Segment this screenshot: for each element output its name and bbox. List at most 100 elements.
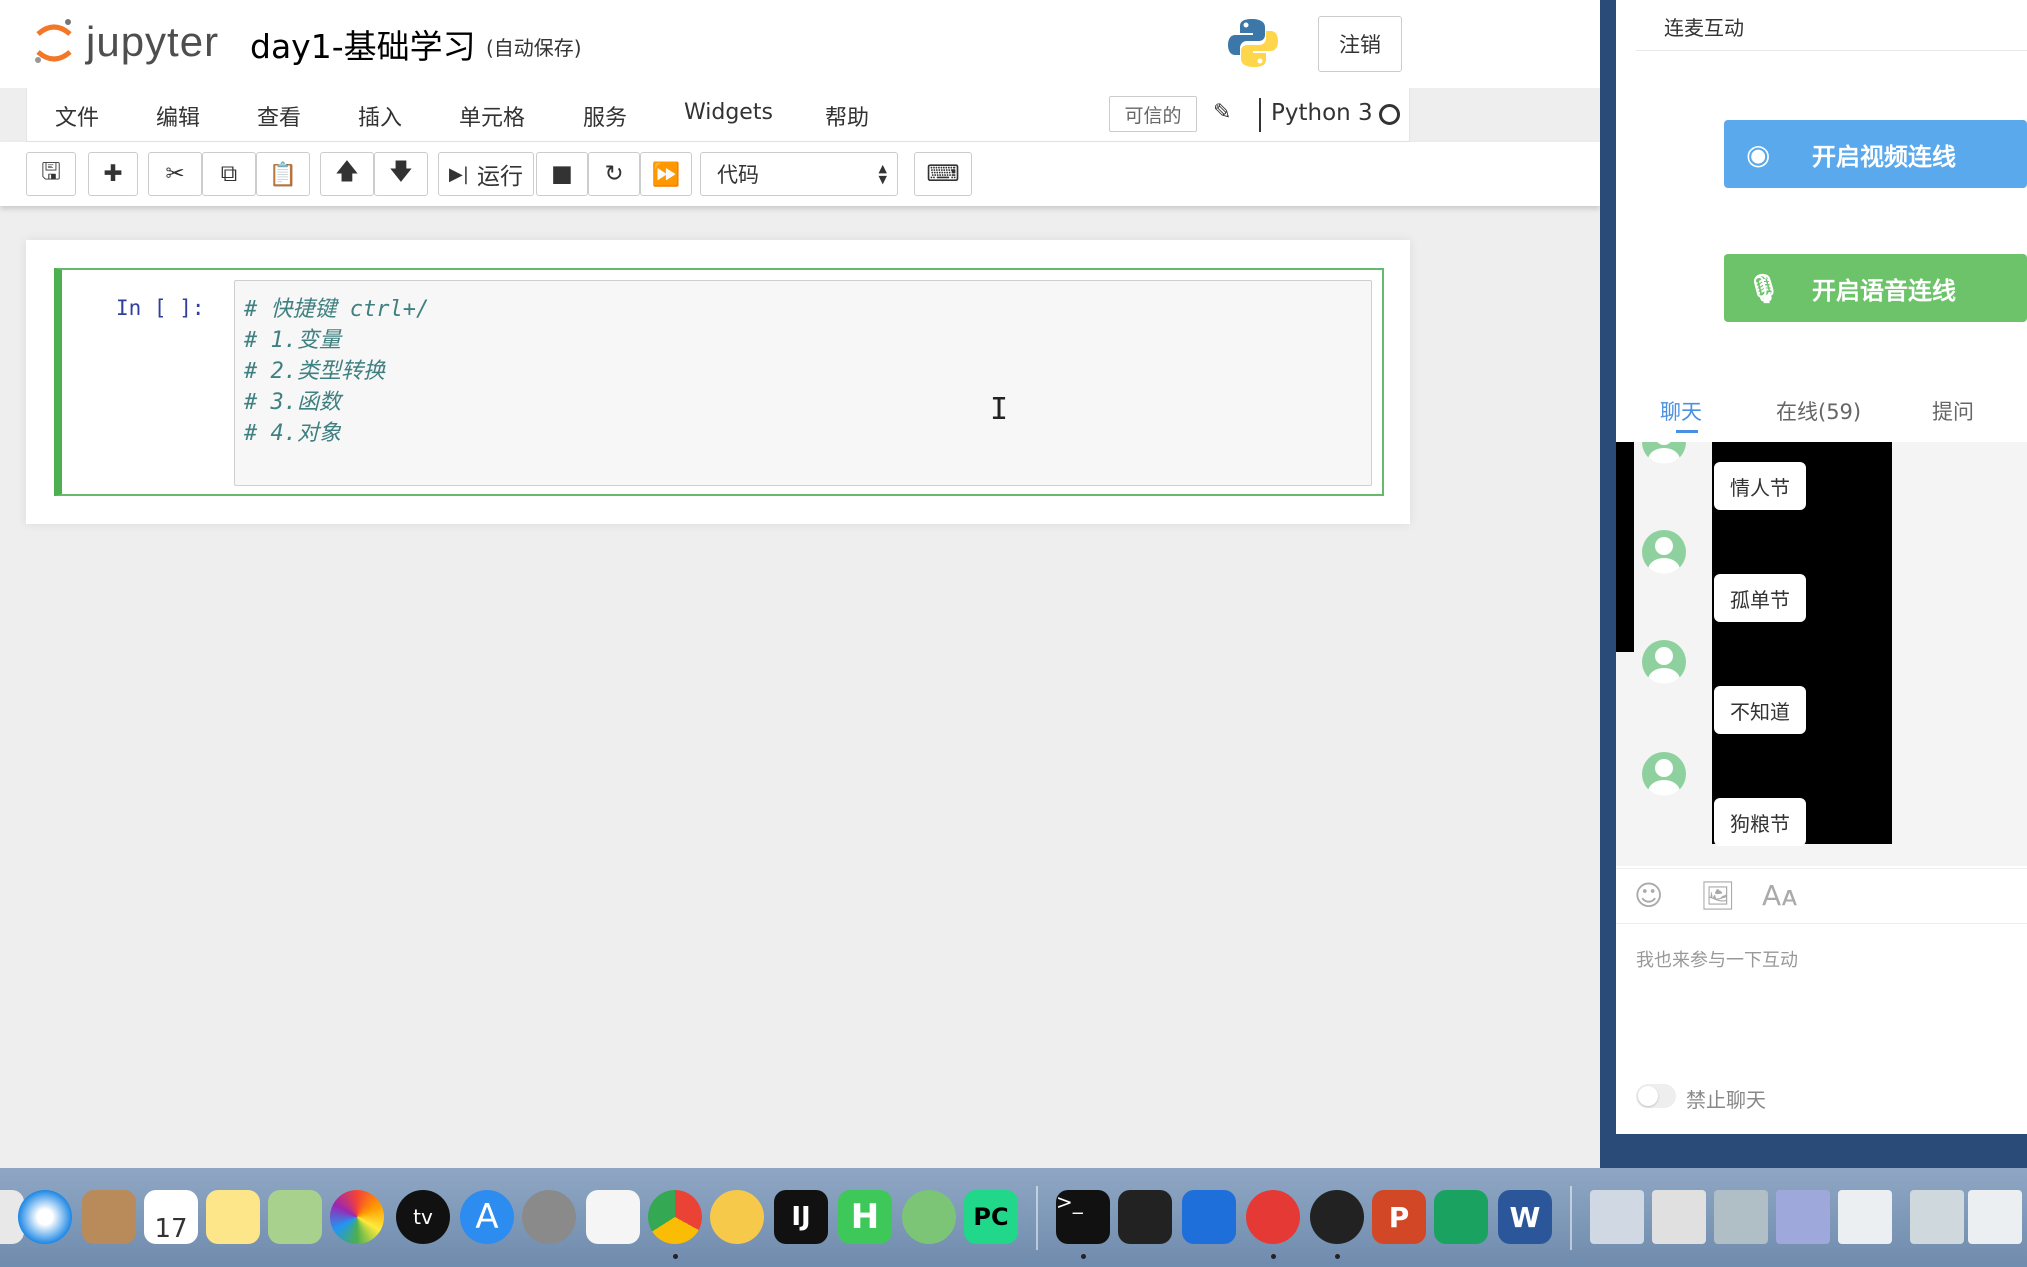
chat-tabs: 聊天 在线(59) 提问 bbox=[1616, 396, 2027, 442]
pycharm-icon[interactable]: PC bbox=[964, 1190, 1018, 1244]
kernel-name[interactable]: Python 3 bbox=[1271, 100, 1373, 126]
minimized-window-icon[interactable] bbox=[1590, 1190, 1644, 1244]
code-content[interactable]: # 快捷键 ctrl+/ # 1.变量 # 2.类型转换 # 3.函数 # 4.… bbox=[244, 294, 429, 449]
tab-chat[interactable]: 聊天 bbox=[1660, 396, 1702, 426]
minimized-window-icon[interactable] bbox=[1776, 1190, 1830, 1244]
notebook-title[interactable]: day1-基础学习 bbox=[250, 20, 476, 68]
restart-run-all-button[interactable]: ⏩ bbox=[640, 152, 692, 196]
apple-tv-icon[interactable]: tv bbox=[396, 1190, 450, 1244]
font-size-icon[interactable]: Aᴀ bbox=[1762, 879, 1798, 912]
contacts-icon[interactable] bbox=[82, 1190, 136, 1244]
menu-view[interactable]: 查看 bbox=[257, 100, 301, 132]
chrome-icon[interactable] bbox=[648, 1190, 702, 1244]
paste-button[interactable]: 📋 bbox=[256, 152, 310, 196]
running-indicator bbox=[1335, 1254, 1340, 1259]
menu-kernel[interactable]: 服务 bbox=[583, 100, 627, 132]
webcam-icon: ◉ bbox=[1746, 138, 1771, 171]
menu-cell[interactable]: 单元格 bbox=[459, 100, 525, 132]
chat-message: 狗粮节 bbox=[1714, 798, 1806, 846]
header: jupyter day1-基础学习 (自动保存) 注销 bbox=[0, 0, 1600, 88]
console-icon[interactable] bbox=[1118, 1190, 1172, 1244]
intellij-icon[interactable]: IJ bbox=[774, 1190, 828, 1244]
restart-button[interactable]: ↻ bbox=[588, 152, 640, 196]
textedit-icon[interactable] bbox=[586, 1190, 640, 1244]
copy-button[interactable]: ⧉ bbox=[202, 152, 256, 196]
emoji-icon[interactable]: ☺ bbox=[1634, 879, 1663, 912]
autosave-status: (自动保存) bbox=[486, 36, 582, 60]
chat-message: 不知道 bbox=[1714, 686, 1806, 734]
active-tab-indicator bbox=[1676, 430, 1698, 433]
microphone-icon: 🎙 bbox=[1746, 272, 1782, 305]
run-button[interactable]: ▶| 运行 bbox=[438, 152, 534, 196]
photos-icon[interactable] bbox=[330, 1190, 384, 1244]
jupyter-logo[interactable]: jupyter bbox=[32, 16, 219, 68]
chat-message-list[interactable]: 情人节 孤单节 不知道 狗粮节 bbox=[1616, 442, 2027, 866]
minimized-window-icon[interactable] bbox=[1910, 1190, 1964, 1244]
trusted-indicator[interactable]: 可信的 bbox=[1109, 96, 1197, 132]
cut-button[interactable]: ✂ bbox=[148, 152, 202, 196]
live-chat-panel: 连麦互动 ◉ 开启视频连线 🎙 开启语音连线 聊天 在线(59) 提问 情人节 … bbox=[1616, 0, 2027, 1134]
android-studio-icon[interactable] bbox=[902, 1190, 956, 1244]
select-arrows-icon: ▲ ▼ bbox=[878, 162, 887, 186]
copy-icon: ⧉ bbox=[220, 161, 238, 187]
move-down-button[interactable]: 🡇 bbox=[374, 152, 428, 196]
app-store-icon[interactable]: A bbox=[460, 1190, 514, 1244]
jupyter-logo-icon bbox=[35, 19, 72, 63]
yellow-app-icon[interactable] bbox=[710, 1190, 764, 1244]
running-indicator bbox=[1081, 1254, 1086, 1259]
qq-icon[interactable] bbox=[1310, 1190, 1364, 1244]
minimized-window-icon[interactable] bbox=[1714, 1190, 1768, 1244]
menu-insert[interactable]: 插入 bbox=[358, 100, 402, 132]
interrupt-button[interactable]: ■ bbox=[536, 152, 588, 196]
cell-type-select[interactable]: 代码 ▲ ▼ bbox=[700, 152, 898, 196]
minimized-window-icon[interactable] bbox=[1968, 1190, 2022, 1244]
paste-icon: 📋 bbox=[268, 161, 298, 188]
apple-tv-label: tv bbox=[413, 1205, 433, 1229]
notes-icon[interactable] bbox=[206, 1190, 260, 1244]
command-palette-button[interactable]: ⌨ bbox=[914, 152, 972, 196]
menu-help[interactable]: 帮助 bbox=[825, 100, 869, 132]
video-app-icon[interactable] bbox=[1182, 1190, 1236, 1244]
insert-cell-button[interactable]: ✚ bbox=[88, 152, 138, 196]
menu-edit[interactable]: 编辑 bbox=[156, 100, 200, 132]
menu-file[interactable]: 文件 bbox=[55, 100, 99, 132]
video-connect-label: 开启视频连线 bbox=[1812, 142, 1956, 171]
voice-connect-button[interactable]: 🎙 开启语音连线 bbox=[1724, 254, 2027, 322]
word-icon[interactable]: W bbox=[1498, 1190, 1552, 1244]
code-line: # 3.函数 bbox=[244, 390, 341, 415]
refresh-icon: ↻ bbox=[604, 161, 624, 187]
video-connect-button[interactable]: ◉ 开启视频连线 bbox=[1724, 120, 2027, 188]
arrow-up-icon: 🡅 bbox=[335, 158, 359, 185]
chat-toolbar: ☺ 🖼 Aᴀ bbox=[1616, 868, 2027, 924]
minimized-window-icon[interactable] bbox=[1652, 1190, 1706, 1244]
calendar-icon[interactable]: 17 bbox=[144, 1190, 198, 1244]
terminal-icon[interactable]: >_ bbox=[1056, 1190, 1110, 1244]
tab-questions[interactable]: 提问 bbox=[1932, 396, 1974, 426]
code-line: # 4.对象 bbox=[244, 421, 341, 446]
chat-message: 孤单节 bbox=[1714, 574, 1806, 622]
minimized-window-icon[interactable] bbox=[1838, 1190, 1892, 1244]
logo-text: jupyter bbox=[86, 18, 220, 65]
voice-connect-label: 开启语音连线 bbox=[1812, 276, 1956, 305]
maps-icon[interactable] bbox=[268, 1190, 322, 1244]
safari-icon[interactable] bbox=[18, 1190, 72, 1244]
edit-pencil-icon[interactable]: ✎ bbox=[1213, 100, 1231, 125]
running-indicator bbox=[1271, 1254, 1276, 1259]
hbuilder-icon[interactable]: H bbox=[838, 1190, 892, 1244]
save-icon: 🖫 bbox=[41, 158, 61, 185]
avatar bbox=[1642, 442, 1686, 464]
tab-online[interactable]: 在线(59) bbox=[1776, 396, 1861, 426]
system-preferences-icon[interactable] bbox=[522, 1190, 576, 1244]
logout-button[interactable]: 注销 bbox=[1318, 16, 1402, 72]
mute-chat-toggle[interactable] bbox=[1636, 1084, 1676, 1108]
move-up-button[interactable]: 🡅 bbox=[320, 152, 374, 196]
arrow-down-icon: 🡇 bbox=[389, 158, 413, 185]
chat-input[interactable]: 我也来参与一下互动 bbox=[1636, 946, 1798, 972]
save-button[interactable]: 🖫 bbox=[26, 152, 76, 196]
avatar bbox=[1642, 530, 1686, 574]
green-app-icon[interactable] bbox=[1434, 1190, 1488, 1244]
powerpoint-icon[interactable]: P bbox=[1372, 1190, 1426, 1244]
image-icon[interactable]: 🖼 bbox=[1700, 879, 1736, 912]
menu-widgets[interactable]: Widgets bbox=[684, 100, 773, 125]
netease-music-icon[interactable] bbox=[1246, 1190, 1300, 1244]
